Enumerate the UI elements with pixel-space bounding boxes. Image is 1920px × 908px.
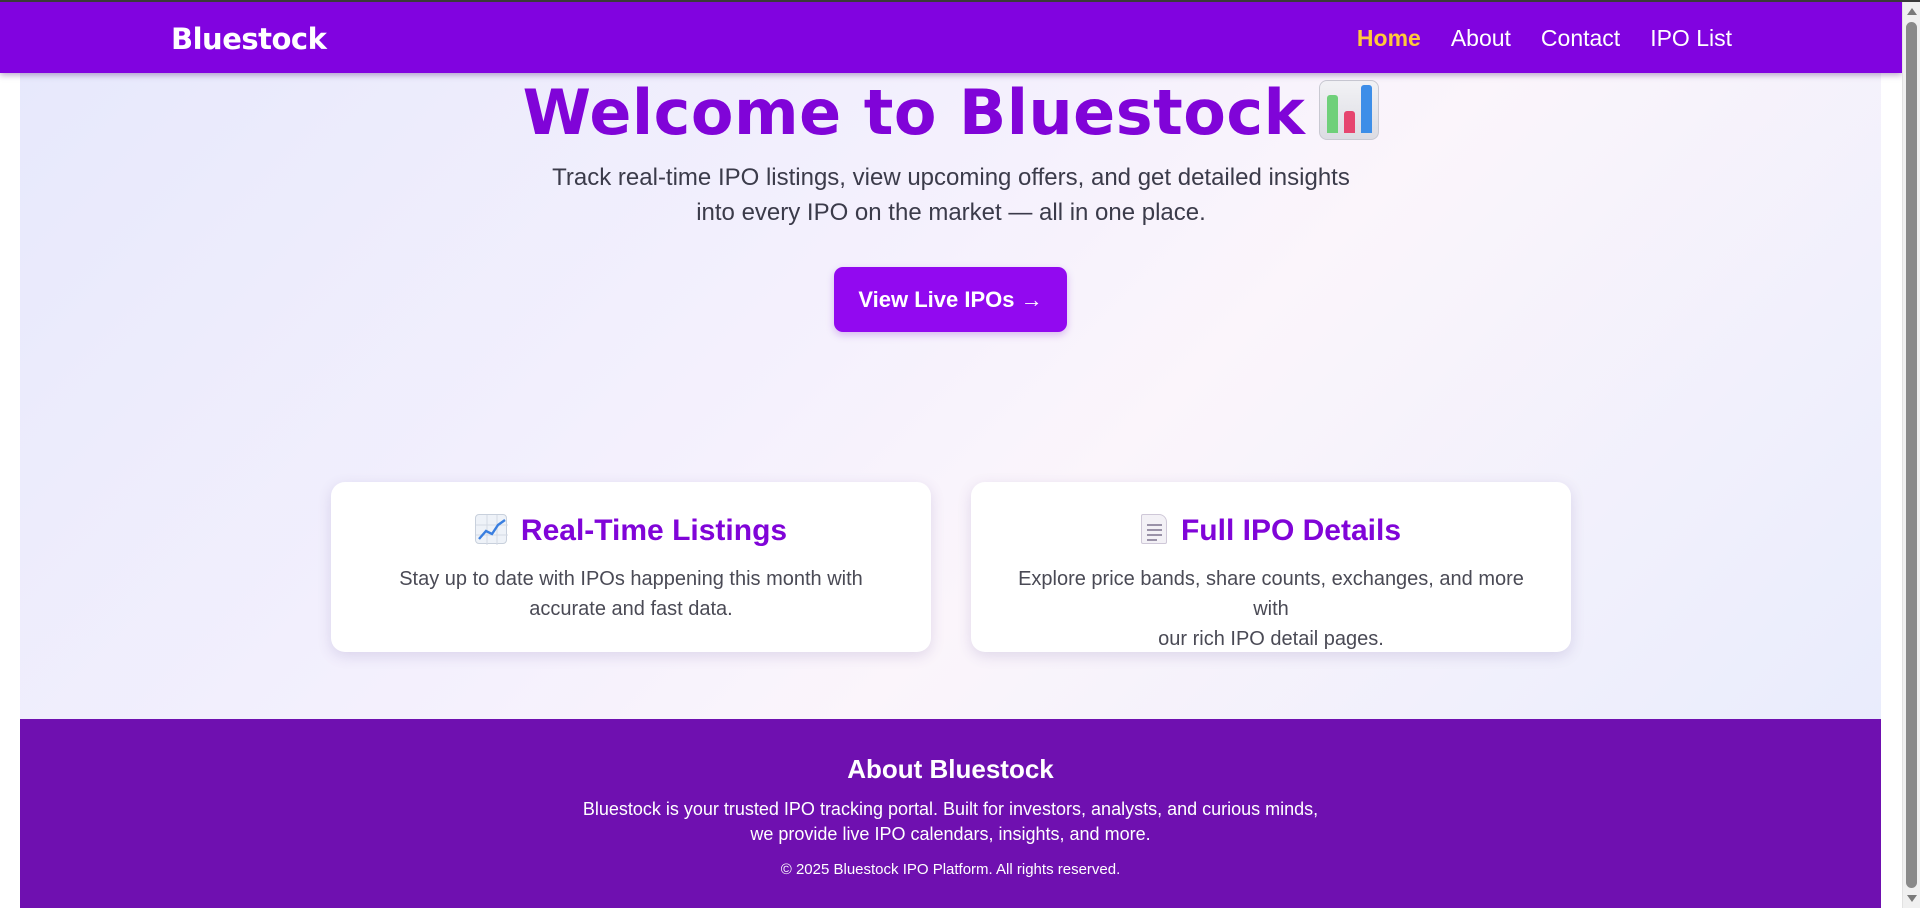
feature-card-title: Real-Time Listings — [331, 514, 931, 548]
feature-card-description: Stay up to date with IPOs happening this… — [361, 564, 901, 624]
footer-title: About Bluestock — [847, 754, 1054, 784]
feature-card-title: Full IPO Details — [971, 514, 1571, 548]
feature-card-desc-line-1: Stay up to date with IPOs happening this… — [399, 568, 863, 590]
chart-increasing-emoji-icon — [474, 514, 508, 545]
hero-title: Welcome to Bluestock — [0, 76, 1902, 149]
hero-subtitle-line-2: into every IPO on the market — all in on… — [696, 199, 1206, 226]
hero-subtitle-line-1: Track real-time IPO listings, view upcom… — [552, 164, 1350, 191]
browser-page: Bluestock Home About Contact IPO List We… — [0, 0, 1920, 908]
nav-link-ipo-list[interactable]: IPO List — [1650, 25, 1732, 52]
page-document-emoji-icon — [1140, 514, 1167, 544]
nav-link-about[interactable]: About — [1451, 25, 1511, 52]
footer-description: Bluestock is your trusted IPO tracking p… — [20, 797, 1881, 847]
footer-about-section: About Bluestock Bluestock is your truste… — [20, 719, 1881, 908]
footer-description-line-2: we provide live IPO calendars, insights,… — [750, 824, 1151, 844]
brand-logo[interactable]: Bluestock — [171, 22, 327, 56]
feature-card-desc-line-2: our rich IPO detail pages. — [1158, 628, 1384, 650]
nav-link-contact[interactable]: Contact — [1541, 25, 1620, 52]
feature-card-description: Explore price bands, share counts, excha… — [1001, 564, 1541, 654]
feature-card-title-text: Real-Time Listings — [520, 514, 788, 547]
feature-card-desc-line-1: Explore price bands, share counts, excha… — [1018, 568, 1524, 620]
top-navbar: Bluestock Home About Contact IPO List — [0, 2, 1902, 73]
nav-link-home[interactable]: Home — [1357, 25, 1421, 52]
nav-links: Home About Contact IPO List — [1357, 25, 1732, 52]
vertical-scrollbar[interactable] — [1902, 2, 1920, 908]
page-viewport: Bluestock Home About Contact IPO List We… — [0, 2, 1902, 908]
feature-card-title-text: Full IPO Details — [1180, 514, 1402, 547]
hero-subtitle: Track real-time IPO listings, view upcom… — [0, 160, 1902, 230]
scroll-up-arrow-icon[interactable] — [1907, 8, 1917, 15]
feature-card-desc-line-2: accurate and fast data. — [529, 598, 733, 620]
scroll-down-arrow-icon[interactable] — [1907, 895, 1917, 902]
bar-chart-emoji-icon — [1319, 80, 1380, 140]
feature-card-real-time-listings: Real-Time Listings Stay up to date with … — [331, 482, 931, 652]
scrollbar-thumb[interactable] — [1906, 22, 1917, 888]
footer-description-line-1: Bluestock is your trusted IPO tracking p… — [582, 799, 1319, 819]
feature-card-full-ipo-details: Full IPO Details Explore price bands, sh… — [971, 482, 1571, 652]
hero-title-text: Welcome to Bluestock — [522, 76, 1306, 149]
view-live-ipos-button[interactable]: View Live IPOs → — [834, 267, 1067, 332]
footer-copyright: © 2025 Bluestock IPO Platform. All right… — [780, 861, 1121, 878]
